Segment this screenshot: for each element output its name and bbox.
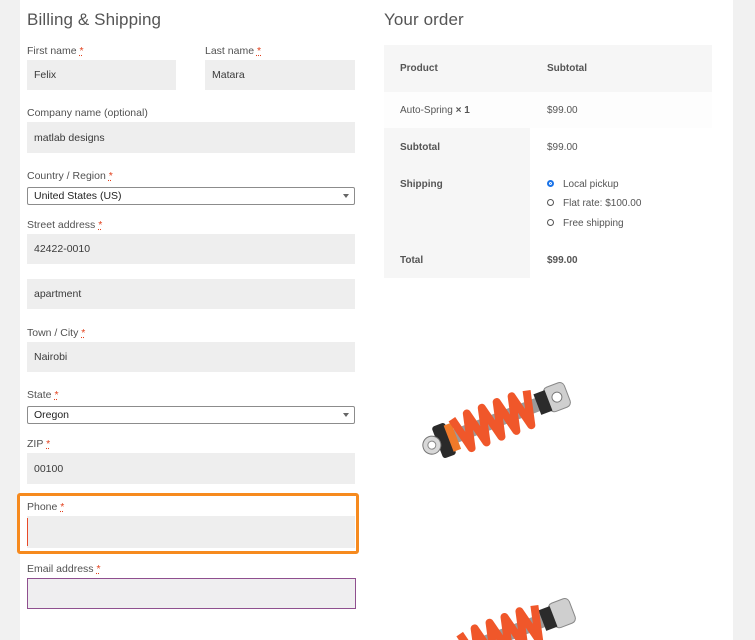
billing-title: Billing & Shipping: [27, 10, 162, 29]
country-select[interactable]: United States (US): [27, 187, 355, 205]
first-name-label: First name *: [27, 45, 84, 57]
state-label: State *: [27, 389, 59, 401]
subtotal-value: $99.00: [547, 142, 578, 153]
last-name-label: Last name *: [205, 45, 262, 57]
email-input[interactable]: [27, 578, 356, 609]
zip-input[interactable]: [27, 453, 355, 484]
town-label: Town / City *: [27, 327, 86, 339]
col-subtotal: Subtotal: [547, 63, 587, 74]
shock-absorber-image: [422, 382, 571, 459]
chevron-down-icon: [343, 413, 349, 417]
order-title: Your order: [384, 10, 464, 29]
shipping-label: Shipping: [400, 179, 443, 190]
first-name-input[interactable]: [27, 60, 176, 90]
text-cursor: [27, 518, 28, 546]
email-label: Email address *: [27, 563, 101, 575]
phone-label: Phone *: [27, 501, 65, 513]
order-item-price: $99.00: [547, 105, 578, 116]
company-label: Company name (optional): [27, 107, 148, 119]
col-product: Product: [400, 63, 438, 74]
order-item-name: Auto-Spring × 1: [400, 105, 470, 116]
total-value: $99.00: [547, 255, 578, 266]
state-select[interactable]: Oregon: [27, 406, 355, 424]
total-label: Total: [400, 255, 424, 266]
chevron-down-icon: [343, 194, 349, 198]
shipping-radio-flat-rate[interactable]: [547, 199, 554, 206]
phone-input[interactable]: [27, 516, 355, 548]
town-input[interactable]: [27, 342, 355, 372]
shipping-option-local-pickup[interactable]: Local pickup: [563, 179, 619, 190]
country-label: Country / Region *: [27, 170, 113, 182]
zip-label: ZIP *: [27, 438, 51, 450]
subtotal-label: Subtotal: [400, 142, 440, 153]
shock-absorber-image-2: [447, 598, 576, 640]
street-address-input[interactable]: [27, 234, 355, 264]
shipping-radio-free[interactable]: [547, 219, 554, 226]
street-label: Street address *: [27, 219, 103, 231]
shipping-radio-local-pickup[interactable]: [547, 180, 554, 187]
street-address-2-input[interactable]: [27, 279, 355, 309]
shipping-option-free[interactable]: Free shipping: [563, 218, 624, 229]
shipping-option-flat-rate[interactable]: Flat rate: $100.00: [563, 198, 641, 209]
company-input[interactable]: [27, 122, 355, 153]
last-name-input[interactable]: [205, 60, 355, 90]
